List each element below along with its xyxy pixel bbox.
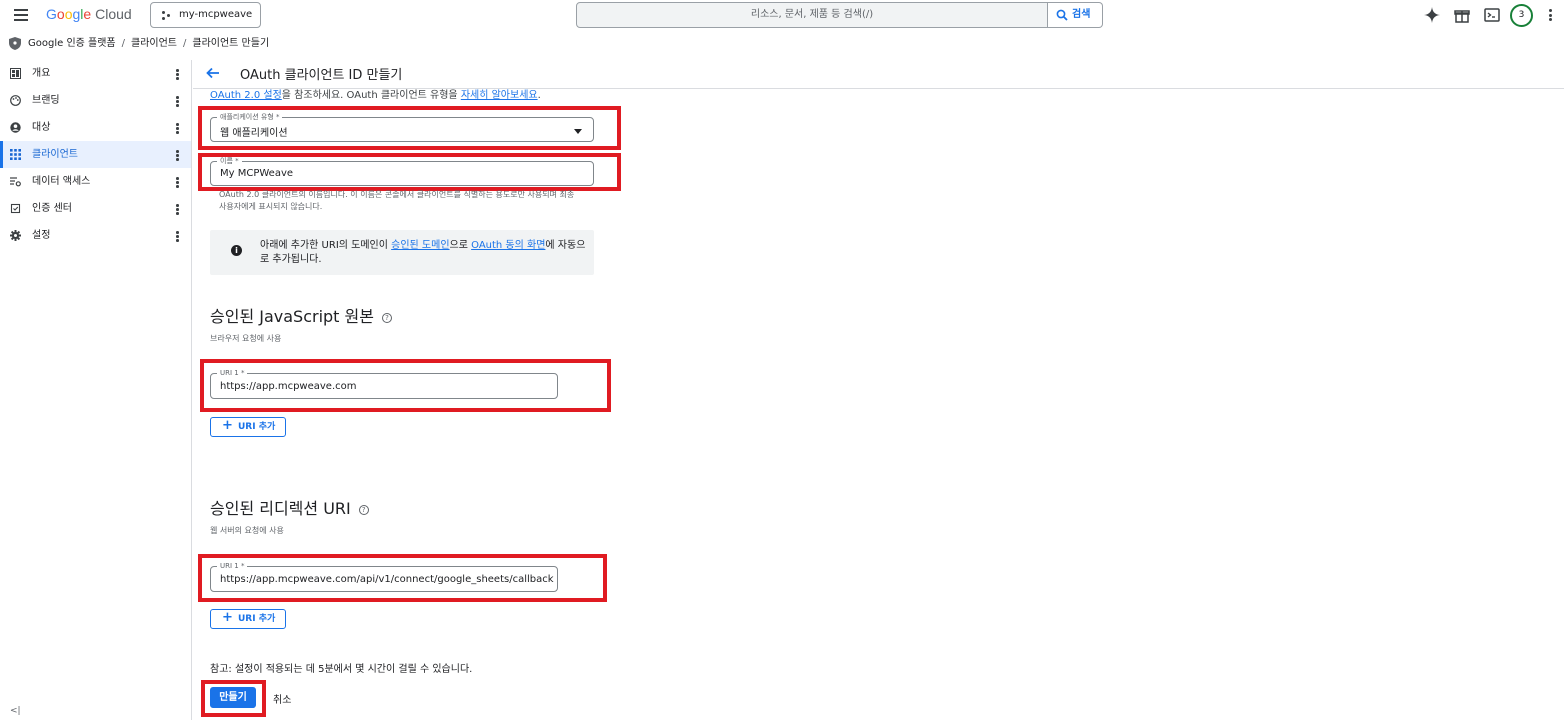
sidebar-item-label: 데이터 액세스	[32, 176, 91, 187]
info-icon: i	[231, 245, 242, 256]
grid-icon	[10, 149, 21, 160]
redirect-uris-heading-text: 승인된 리디렉션 URI	[210, 499, 351, 518]
info-text-pre: 아래에 추가한 URI의 도메인이	[260, 240, 392, 251]
add-js-uri-button[interactable]: + URI 추가	[210, 417, 286, 437]
sidebar-item-clients[interactable]: 클라이언트	[0, 141, 191, 168]
intro-text-mid: 을 참조하세요. OAuth 클라이언트 유형을	[281, 90, 461, 101]
settings-note: 참고: 설정이 적용되는 데 5분에서 몇 시간이 걸릴 수 있습니다.	[210, 664, 473, 675]
search-input[interactable]: 리소스, 문서, 제품 등 검색(/)	[576, 2, 1048, 28]
redirect-uris-heading: 승인된 리디렉션 URI?	[210, 495, 369, 519]
sidebar-item-overview[interactable]: 개요	[0, 60, 191, 87]
add-redirect-uri-button[interactable]: + URI 추가	[210, 609, 286, 629]
avatar[interactable]: 3	[1510, 4, 1533, 27]
js-origins-heading-text: 승인된 JavaScript 원본	[210, 307, 374, 326]
gift-icon[interactable]	[1454, 7, 1470, 23]
more-icon[interactable]	[176, 150, 179, 162]
page-header: OAuth 클라이언트 ID 만들기	[193, 59, 1564, 89]
cancel-button[interactable]: 취소	[273, 691, 291, 706]
breadcrumb: Google 인증 플랫폼 / 클라이언트 / 클라이언트 만들기	[0, 34, 1564, 53]
name-help-text: OAuth 2.0 클라이언트의 이름입니다. 이 이름은 콘솔에서 클라이언트…	[219, 190, 575, 211]
back-arrow-icon[interactable]	[206, 67, 220, 79]
breadcrumb-item-platform[interactable]: Google 인증 플랫폼	[28, 38, 116, 49]
search-button-label: 검색	[1072, 9, 1091, 20]
highlight-box-js-origin	[200, 359, 611, 412]
collapse-sidebar-icon[interactable]: <|	[10, 706, 21, 716]
sidebar-item-label: 클라이언트	[32, 149, 78, 160]
plus-icon: +	[222, 418, 233, 433]
sidebar-item-branding[interactable]: 브랜딩	[0, 87, 191, 114]
js-origins-heading: 승인된 JavaScript 원본?	[210, 303, 392, 327]
intro-text-end: .	[537, 90, 541, 101]
breadcrumb-item-clients[interactable]: 클라이언트	[131, 38, 177, 49]
sidebar: 개요 브랜딩 대상 클라이언트 데이터 액세스 인증 센터 설정 <|	[0, 60, 192, 720]
info-text: 아래에 추가한 URI의 도메인이 승인된 도메인으로 OAuth 동의 화면에…	[260, 239, 590, 267]
verified-icon	[10, 203, 21, 214]
add-redirect-uri-label: URI 추가	[238, 614, 276, 624]
learn-more-link[interactable]: 자세히 알아보세요	[461, 90, 538, 101]
more-icon[interactable]	[176, 177, 179, 189]
top-bar: Google Cloud my-mcpweave 리소스, 문서, 제품 등 검…	[0, 0, 1564, 32]
sidebar-item-verification-center[interactable]: 인증 센터	[0, 195, 191, 222]
more-options-icon[interactable]	[1549, 9, 1553, 21]
menu-icon[interactable]	[14, 9, 28, 21]
search-icon	[1056, 9, 1068, 21]
highlight-box-redirect-uri	[198, 554, 607, 602]
dashboard-icon	[10, 68, 21, 79]
more-icon[interactable]	[176, 96, 179, 108]
account-icon	[10, 122, 21, 133]
sidebar-item-label: 설정	[32, 230, 51, 241]
highlight-box-app-type	[198, 106, 621, 150]
sidebar-item-settings[interactable]: 설정	[0, 222, 191, 249]
cloud-shell-icon[interactable]	[1484, 7, 1500, 23]
consent-screen-link[interactable]: OAuth 동의 화면	[471, 240, 545, 251]
more-icon[interactable]	[176, 231, 179, 243]
project-icon	[162, 11, 172, 21]
sidebar-item-label: 개요	[32, 68, 51, 79]
main-content: OAuth 2.0 설정을 참조하세요. OAuth 클라이언트 유형을 자세히…	[193, 89, 1564, 720]
oauth-settings-link[interactable]: OAuth 2.0 설정	[210, 90, 282, 101]
info-text-mid: 으로	[449, 240, 472, 251]
redirect-uris-subtext: 웹 서버의 요청에 사용	[210, 526, 284, 535]
plus-icon: +	[222, 610, 233, 625]
sidebar-item-data-access[interactable]: 데이터 액세스	[0, 168, 191, 195]
help-icon[interactable]: ?	[381, 312, 392, 323]
data-access-icon	[10, 177, 21, 187]
search-button[interactable]: 검색	[1048, 2, 1103, 28]
sidebar-item-label: 대상	[32, 122, 51, 133]
authorized-domains-link[interactable]: 승인된 도메인	[391, 240, 449, 251]
sidebar-item-label: 브랜딩	[32, 95, 60, 106]
sidebar-item-audience[interactable]: 대상	[0, 114, 191, 141]
gemini-icon[interactable]	[1424, 7, 1440, 23]
info-box: i 아래에 추가한 URI의 도메인이 승인된 도메인으로 OAuth 동의 화…	[210, 230, 594, 275]
project-name: my-mcpweave	[179, 9, 253, 20]
project-selector[interactable]: my-mcpweave	[150, 2, 261, 28]
palette-icon	[10, 95, 21, 106]
gear-icon	[10, 230, 21, 241]
js-origins-subtext: 브라우저 요청에 사용	[210, 334, 282, 343]
intro-text: OAuth 2.0 설정을 참조하세요. OAuth 클라이언트 유형을 자세히…	[210, 89, 541, 101]
highlight-box-create	[201, 680, 266, 717]
help-icon[interactable]: ?	[358, 504, 369, 515]
breadcrumb-item-create: 클라이언트 만들기	[192, 38, 270, 49]
sidebar-item-label: 인증 센터	[32, 203, 72, 214]
more-icon[interactable]	[176, 69, 179, 81]
more-icon[interactable]	[176, 204, 179, 216]
more-icon[interactable]	[176, 123, 179, 135]
page-title: OAuth 클라이언트 ID 만들기	[240, 68, 403, 83]
shield-icon	[9, 37, 21, 50]
highlight-box-name	[198, 153, 621, 191]
google-cloud-logo[interactable]: Google Cloud	[46, 6, 132, 22]
add-js-uri-label: URI 추가	[238, 422, 276, 432]
